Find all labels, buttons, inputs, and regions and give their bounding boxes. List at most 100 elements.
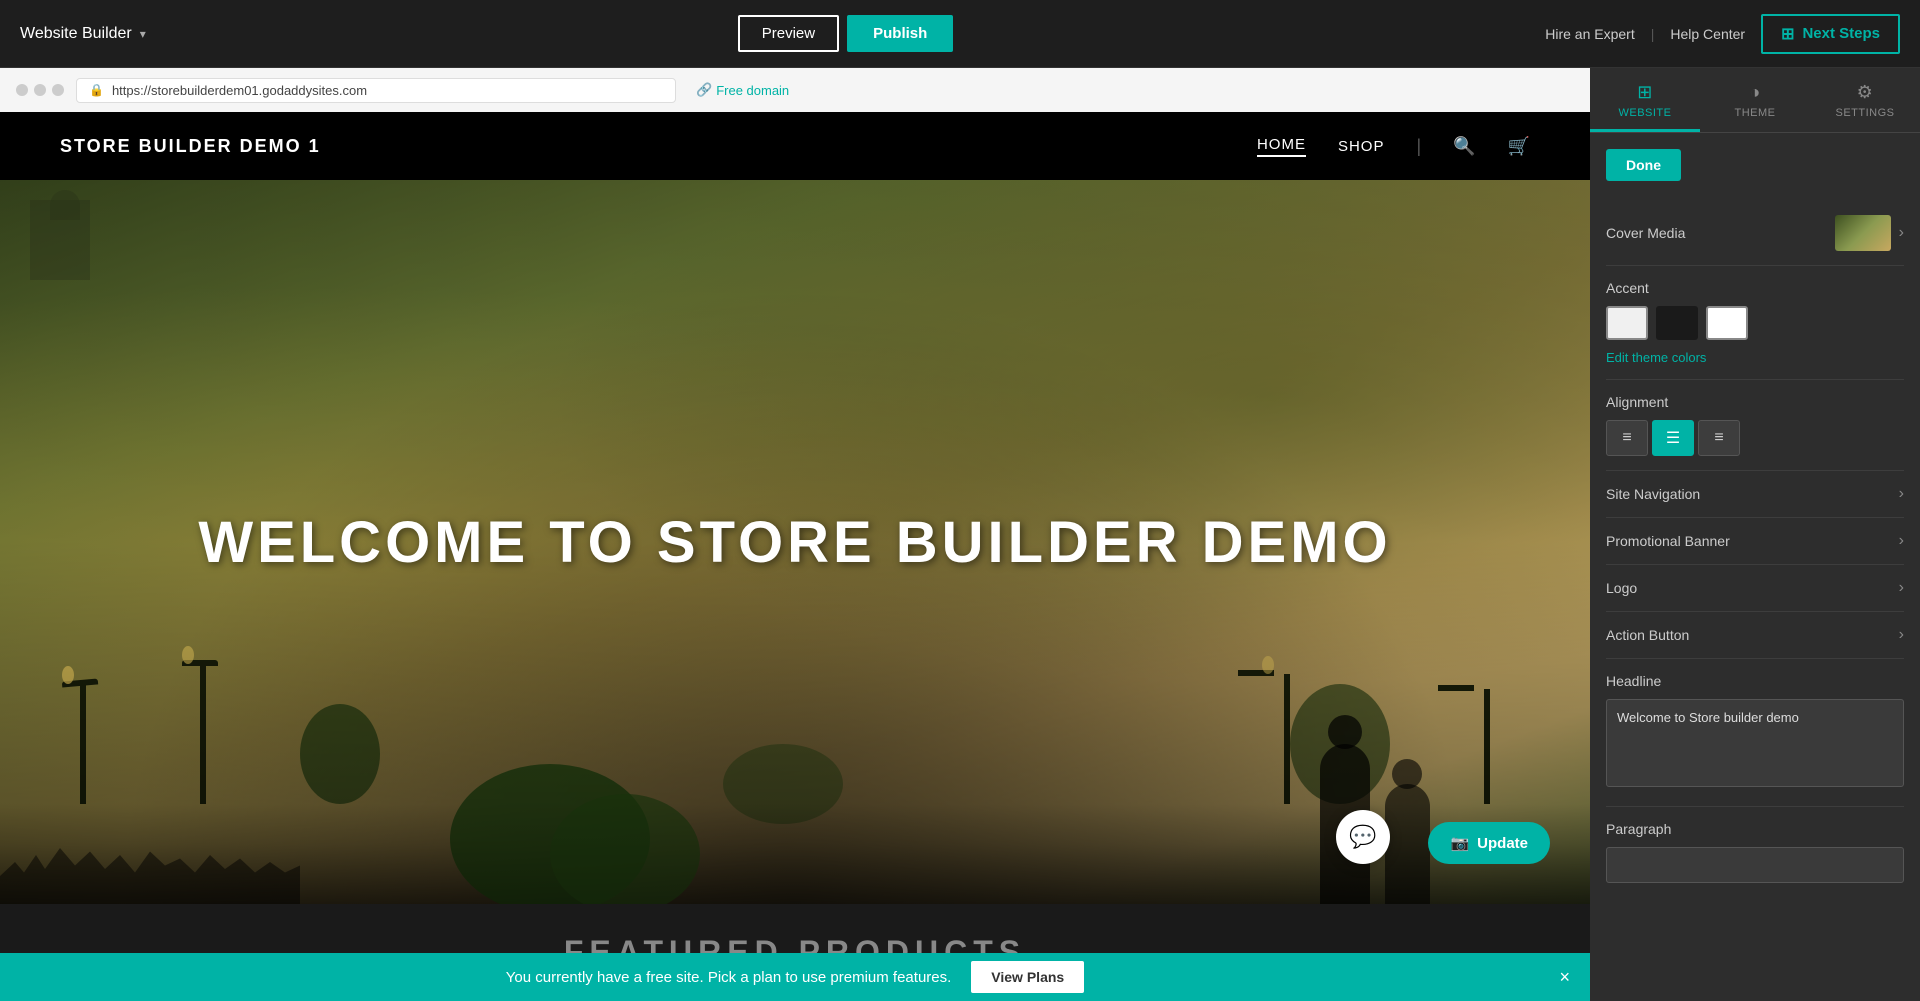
logo-row[interactable]: Logo › (1606, 565, 1904, 612)
done-button[interactable]: Done (1606, 149, 1681, 181)
next-steps-button[interactable]: ⊞ Next Steps (1761, 14, 1900, 54)
promo-banner-chevron-icon: › (1899, 532, 1904, 550)
promo-close-button[interactable]: × (1559, 967, 1570, 988)
action-btn-right: › (1899, 626, 1904, 644)
accent-swatch-black[interactable] (1656, 306, 1698, 340)
headline-section: Headline (1606, 659, 1904, 807)
paragraph-section: Paragraph (1606, 807, 1904, 897)
cart-icon[interactable]: 🛒 (1508, 136, 1530, 157)
settings-tab-label: SETTINGS (1835, 107, 1894, 119)
browser-chrome: 🔒 https://storebuilderdem01.godaddysites… (0, 68, 1590, 112)
browser-dot-green (52, 84, 64, 96)
update-label: Update (1477, 835, 1528, 852)
update-icon: 📷 (1450, 834, 1469, 852)
accent-row: Accent Edit theme colors (1606, 266, 1904, 380)
help-center-link[interactable]: Help Center (1670, 26, 1745, 42)
hero-section[interactable]: WELCOME TO STORE BUILDER DEMO 📷 Update 💬 (0, 180, 1590, 904)
accent-colors (1606, 306, 1904, 340)
chat-icon: 💬 (1349, 824, 1376, 850)
search-icon[interactable]: 🔍 (1453, 136, 1475, 157)
next-steps-label: Next Steps (1802, 25, 1880, 42)
nav-link-shop[interactable]: SHOP (1338, 138, 1385, 155)
alignment-buttons: ≡ ☰ ≡ (1606, 420, 1904, 456)
hire-expert-link[interactable]: Hire an Expert (1545, 26, 1634, 42)
site-navigation-row[interactable]: Site Navigation › (1606, 471, 1904, 518)
promo-banner-right: › (1899, 532, 1904, 550)
hero-text: WELCOME TO STORE BUILDER DEMO (198, 509, 1391, 576)
cover-media-thumbnail (1835, 215, 1891, 251)
preview-button[interactable]: Preview (738, 15, 839, 52)
headline-label: Headline (1606, 673, 1904, 689)
cover-media-row[interactable]: Cover Media › (1606, 201, 1904, 266)
align-center-button[interactable]: ☰ (1652, 420, 1694, 456)
browser-url-bar[interactable]: 🔒 https://storebuilderdem01.godaddysites… (76, 78, 676, 103)
cover-media-right: › (1835, 215, 1904, 251)
lock-icon: 🔒 (89, 83, 104, 97)
align-center-icon: ☰ (1666, 428, 1680, 448)
update-button[interactable]: 📷 Update (1428, 822, 1550, 864)
browser-dots (16, 84, 64, 96)
browser-dot-red (16, 84, 28, 96)
align-left-button[interactable]: ≡ (1606, 420, 1648, 456)
free-domain-badge[interactable]: 🔗 Free domain (696, 82, 789, 98)
browser-dot-yellow (34, 84, 46, 96)
cover-media-label: Cover Media (1606, 225, 1685, 241)
nav-divider: | (1416, 136, 1421, 157)
logo-chevron-icon: › (1899, 579, 1904, 597)
alignment-row: Alignment ≡ ☰ ≡ (1606, 380, 1904, 471)
settings-tab-icon: ⚙ (1857, 82, 1874, 103)
logo-right: › (1899, 579, 1904, 597)
panel-content: Done Cover Media › Accent Edit theme col… (1590, 133, 1920, 1001)
tab-theme[interactable]: ◑ THEME (1700, 68, 1810, 132)
action-button-row[interactable]: Action Button › (1606, 612, 1904, 659)
canvas-area: 🔒 https://storebuilderdem01.godaddysites… (0, 68, 1590, 1001)
website-tab-label: WEBSITE (1618, 107, 1671, 119)
align-right-button[interactable]: ≡ (1698, 420, 1740, 456)
header-divider: | (1651, 26, 1655, 42)
site-navigation-label: Site Navigation (1606, 486, 1700, 502)
right-panel: ⊞ WEBSITE ◑ THEME ⚙ SETTINGS Done Cover … (1590, 68, 1920, 1001)
promo-text: You currently have a free site. Pick a p… (506, 969, 952, 986)
edit-theme-link[interactable]: Edit theme colors (1606, 350, 1904, 365)
url-text: https://storebuilderdem01.godaddysites.c… (112, 83, 367, 98)
panel-tabs: ⊞ WEBSITE ◑ THEME ⚙ SETTINGS (1590, 68, 1920, 133)
site-nav-right: › (1899, 485, 1904, 503)
paragraph-label: Paragraph (1606, 821, 1904, 837)
promotional-banner-row[interactable]: Promotional Banner › (1606, 518, 1904, 565)
free-domain-icon: 🔗 (696, 82, 712, 98)
top-header: Website Builder ▾ Preview Publish Hire a… (0, 0, 1920, 68)
promotional-banner-label: Promotional Banner (1606, 533, 1730, 549)
theme-tab-label: THEME (1735, 107, 1776, 119)
theme-tab-icon: ◑ (1749, 82, 1760, 103)
next-steps-icon: ⊞ (1781, 24, 1794, 44)
accent-label: Accent (1606, 280, 1904, 296)
site-title-dropdown[interactable]: Website Builder ▾ (20, 25, 146, 43)
alignment-label: Alignment (1606, 394, 1904, 410)
site-logo: STORE BUILDER DEMO 1 (60, 136, 321, 157)
accent-swatch-white2[interactable] (1706, 306, 1748, 340)
website-tab-icon: ⊞ (1637, 82, 1653, 103)
accent-swatch-white[interactable] (1606, 306, 1648, 340)
site-title-text: Website Builder (20, 25, 132, 43)
promo-bar: You currently have a free site. Pick a p… (0, 953, 1590, 1001)
chat-bubble-button[interactable]: 💬 (1336, 810, 1390, 864)
paragraph-input[interactable] (1606, 847, 1904, 883)
align-right-icon: ≡ (1714, 429, 1723, 447)
headline-textarea[interactable] (1606, 699, 1904, 787)
main-area: 🔒 https://storebuilderdem01.godaddysites… (0, 68, 1920, 1001)
tab-settings[interactable]: ⚙ SETTINGS (1810, 68, 1920, 132)
logo-label: Logo (1606, 580, 1637, 596)
nav-link-home[interactable]: HOME (1257, 136, 1306, 157)
align-left-icon: ≡ (1622, 429, 1631, 447)
action-button-label: Action Button (1606, 627, 1689, 643)
site-nav-bar: STORE BUILDER DEMO 1 HOME SHOP | 🔍 🛒 (0, 112, 1590, 180)
site-nav-links: HOME SHOP | 🔍 🛒 (1257, 136, 1530, 157)
site-nav-chevron-icon: › (1899, 485, 1904, 503)
tab-website[interactable]: ⊞ WEBSITE (1590, 68, 1700, 132)
publish-button[interactable]: Publish (847, 15, 953, 52)
header-center: Preview Publish (146, 15, 1545, 52)
website-preview: STORE BUILDER DEMO 1 HOME SHOP | 🔍 🛒 (0, 112, 1590, 1001)
view-plans-button[interactable]: View Plans (971, 961, 1084, 993)
free-domain-text: Free domain (716, 83, 789, 98)
header-right: Hire an Expert | Help Center ⊞ Next Step… (1545, 14, 1900, 54)
